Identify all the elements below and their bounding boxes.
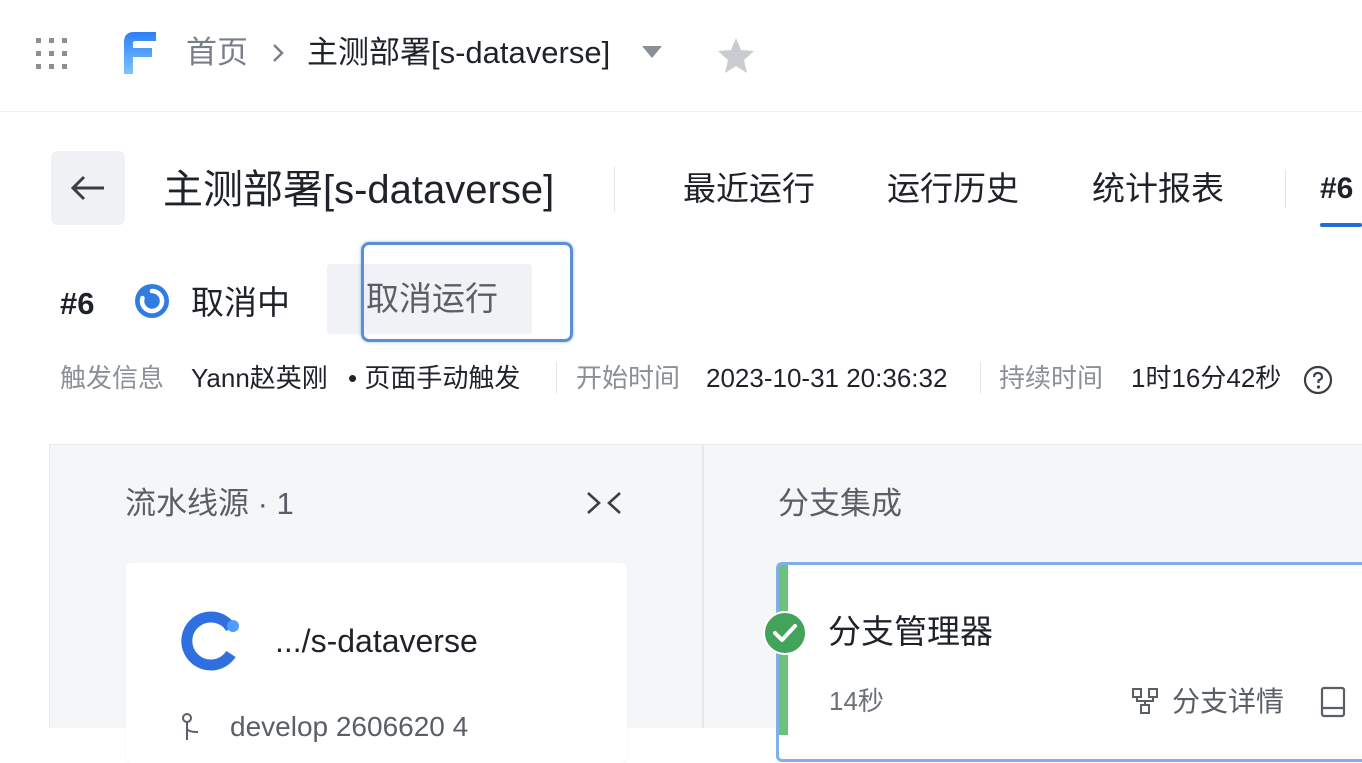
caret-down-icon[interactable] xyxy=(641,45,663,59)
spinner-icon xyxy=(135,284,169,318)
status-badge: 取消中 xyxy=(191,284,290,321)
chevron-right-icon xyxy=(273,44,284,62)
divider xyxy=(1285,170,1286,208)
help-icon[interactable] xyxy=(1303,365,1333,395)
trigger-method: • 页面手动触发 xyxy=(348,363,521,393)
branch-info: develop 2606620 4 xyxy=(230,711,469,742)
stage-title-branch: 分支集成 xyxy=(778,486,902,521)
tab-statistics[interactable]: 统计报表 xyxy=(1092,168,1224,210)
back-button[interactable] xyxy=(51,151,125,225)
repo-name[interactable]: .../s-dataverse xyxy=(275,620,478,662)
tab-run-history[interactable]: 运行历史 xyxy=(887,168,1019,210)
breadcrumb-home[interactable]: 首页 xyxy=(186,33,248,73)
start-time-value: 2023-10-31 20:36:32 xyxy=(706,363,948,393)
start-time-label: 开始时间 xyxy=(576,363,681,393)
back-arrow-icon xyxy=(70,175,104,201)
trigger-user: Yann赵英刚 xyxy=(191,363,328,393)
success-check-icon xyxy=(763,611,807,655)
job-name[interactable]: 分支管理器 xyxy=(828,610,993,654)
branch-detail-link[interactable]: 分支详情 xyxy=(1172,684,1284,720)
star-icon[interactable] xyxy=(716,35,756,75)
duration-value: 1时16分42秒 xyxy=(1131,363,1282,393)
job-duration: 14秒 xyxy=(829,686,884,716)
divider xyxy=(556,362,557,394)
branch-detail-icon xyxy=(1132,688,1158,714)
active-tab-indicator xyxy=(1320,223,1362,227)
repo-logo-icon xyxy=(181,611,239,671)
tab-recent-runs[interactable]: 最近运行 xyxy=(683,168,815,210)
tab-run-6[interactable]: #6 xyxy=(1320,168,1353,210)
apps-grid-icon[interactable] xyxy=(35,37,69,71)
divider xyxy=(702,444,704,728)
log-icon[interactable] xyxy=(1320,686,1346,718)
collapse-icon[interactable] xyxy=(585,490,623,516)
divider xyxy=(980,362,981,394)
stage-title-source: 流水线源 · 1 xyxy=(125,486,294,521)
page-title: 主测部署[s-dataverse] xyxy=(163,168,555,212)
cancel-run-button[interactable]: 取消运行 xyxy=(327,264,532,334)
duration-label: 持续时间 xyxy=(999,363,1104,393)
branch-icon xyxy=(182,713,199,740)
job-card[interactable] xyxy=(776,562,1362,762)
run-number: #6 xyxy=(60,286,95,321)
trigger-label: 触发信息 xyxy=(60,363,165,393)
top-bar: 首页 主测部署[s-dataverse] xyxy=(0,0,1362,112)
logo-icon[interactable] xyxy=(120,28,160,76)
divider xyxy=(614,166,615,212)
breadcrumb-current[interactable]: 主测部署[s-dataverse] xyxy=(307,33,610,73)
